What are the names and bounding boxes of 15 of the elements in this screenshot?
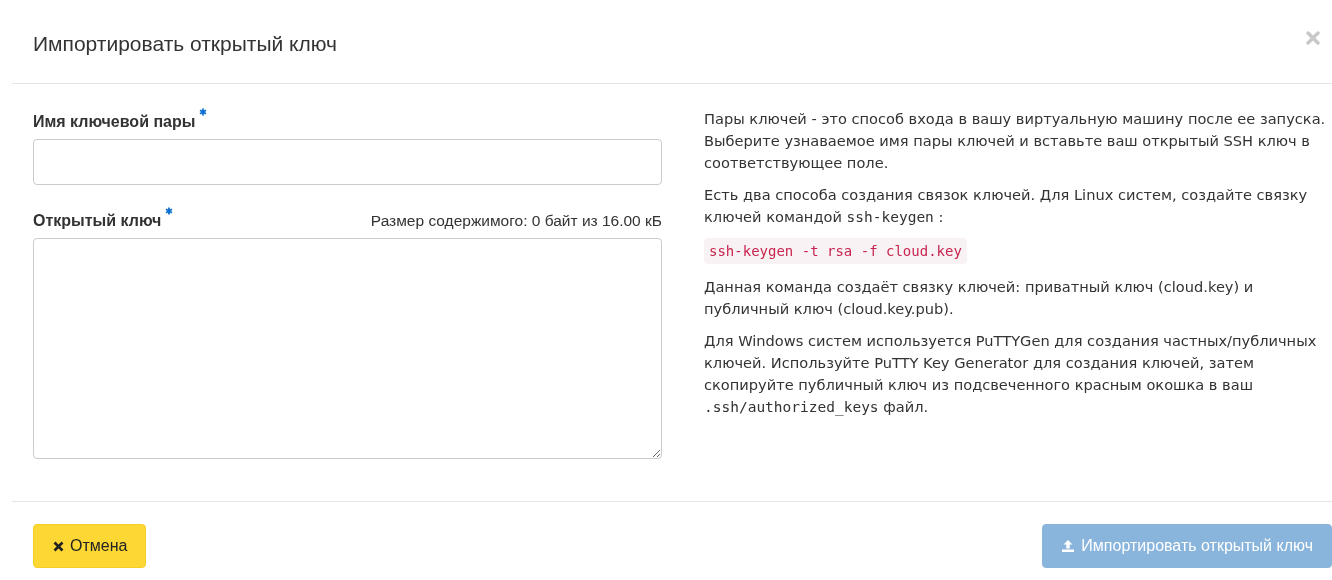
help-paragraph: Данная команда создаёт связку ключей: приватный ключ (cloud.key) и публичный ключ (cloud.key.pub).: [704, 277, 1255, 319]
field-label: Открытый ключ: [33, 212, 162, 230]
field-label: Имя ключевой пары: [33, 113, 196, 131]
cancel-button[interactable]: Отмена: [33, 524, 147, 568]
help-paragraph: Есть два способа создания связок ключей. Для Linux систем, создайте связку ключей командой ssh-keygen :: [704, 185, 1309, 227]
help-paragraph: Для Windows систем используется PuTTYGen для создания частных/публичных ключей. Используйте PuTTY Key Generator для создания ключей, затем скопируйте публичный ключ из подсвеченного красным окошка в ваш .ssh/authorized_keys файл.: [704, 331, 1318, 418]
close-icon: [53, 540, 64, 552]
dialog-title: Импортировать открытый ключ: [33, 31, 338, 56]
upload-icon: [1061, 539, 1076, 553]
text-input[interactable]: [33, 139, 662, 185]
close-icon[interactable]: [1306, 30, 1320, 45]
code-snippet: ssh-keygen -t rsa -f cloud.key: [704, 238, 967, 264]
help-paragraph: Пары ключей - это способ входа в вашу виртуальную машину после ее запуска. Выберите узнаваемое имя пары ключей и вставьте ваш открытый SSH ключ в соответствующее поле.: [704, 109, 1327, 173]
size-hint: Размер содержимого: 0 байт из 16.00 кБ: [370, 212, 662, 230]
text-area[interactable]: [33, 238, 662, 459]
